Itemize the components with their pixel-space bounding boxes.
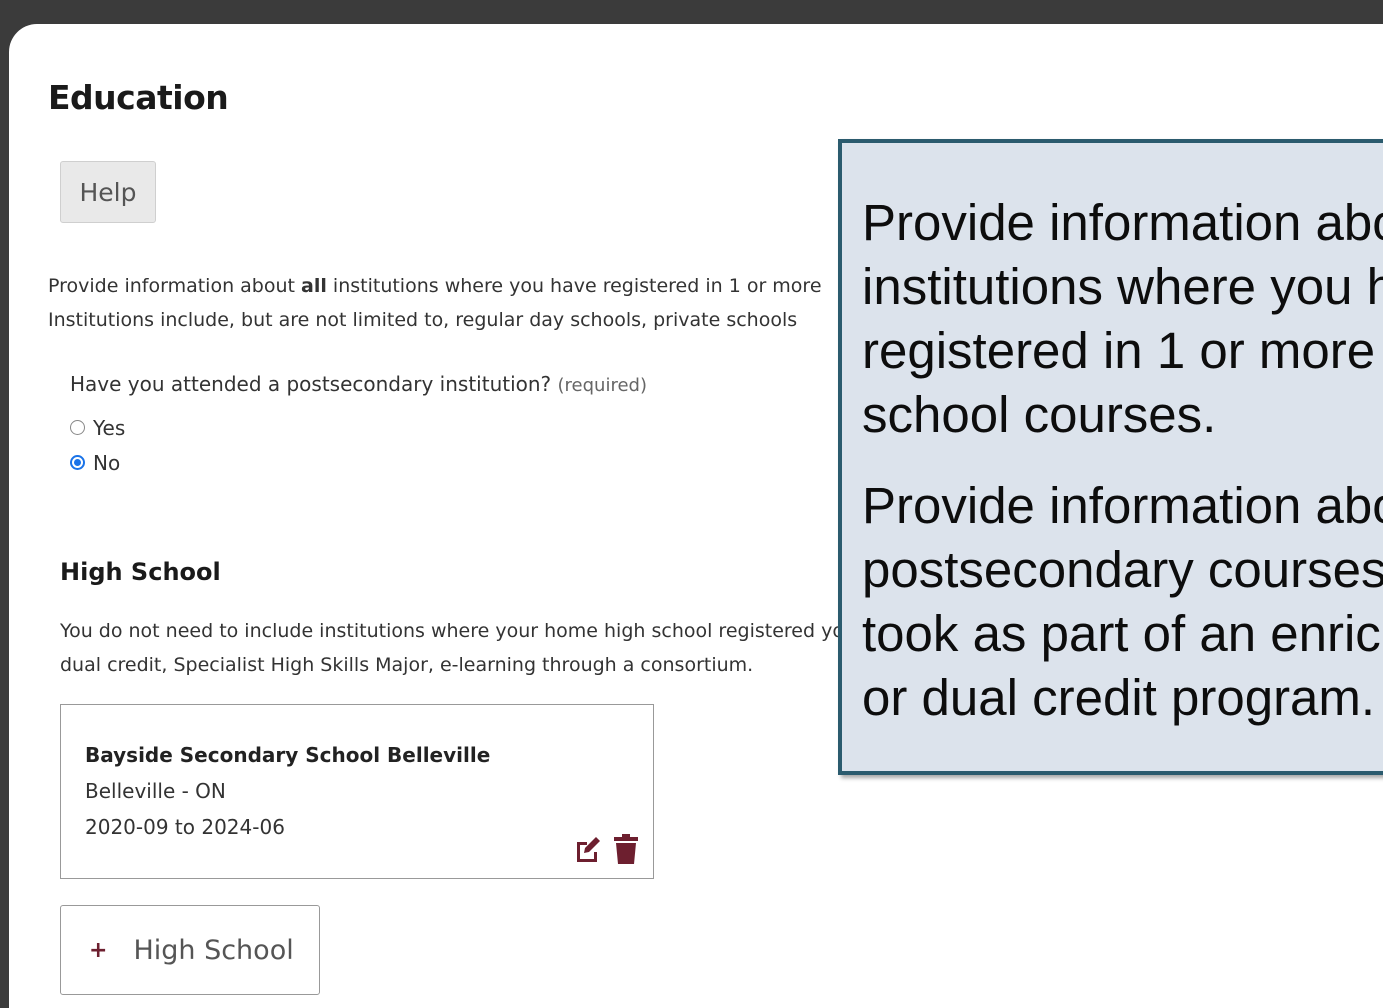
intro-line-1-post: institutions where you have registered i… — [326, 275, 822, 297]
intro-line-2: Institutions include, but are not limite… — [48, 309, 798, 331]
school-dates: 2020-09 to 2024-06 — [85, 815, 285, 839]
school-location: Belleville - ON — [85, 779, 226, 803]
trash-icon[interactable] — [611, 833, 641, 865]
question-text: Have you attended a postsecondary instit… — [70, 372, 552, 396]
intro-line-1-bold: all — [301, 275, 327, 297]
callout-p1-line-3: registered in 1 or more high — [862, 322, 1383, 379]
callout-p2-line-3: took as part of an enrichment — [862, 605, 1383, 662]
high-school-heading: High School — [60, 558, 221, 586]
callout-paragraph-1: Provide information about all institutio… — [862, 191, 1383, 447]
screen: Education Help Provide information about… — [0, 0, 1383, 1008]
high-school-description: You do not need to include institutions … — [60, 614, 889, 682]
page-title: Education — [48, 78, 229, 117]
high-school-desc-line-1: You do not need to include institutions … — [60, 620, 889, 642]
callout-p2-line-4: or dual credit program. — [862, 669, 1376, 726]
postsecondary-question: Have you attended a postsecondary instit… — [70, 372, 647, 480]
radio-no[interactable] — [70, 455, 85, 470]
callout-p2-line-2: postsecondary courses you — [862, 541, 1383, 598]
callout-p1-line-4: school courses. — [862, 386, 1217, 443]
radio-yes[interactable] — [70, 420, 85, 435]
question-label: Have you attended a postsecondary instit… — [70, 372, 647, 396]
school-card: Bayside Secondary School Belleville Bell… — [60, 704, 654, 879]
callout-p1-line-1: Provide information about all — [862, 194, 1383, 251]
window-top-bar — [0, 0, 1383, 22]
high-school-desc-line-2: dual credit, Specialist High Skills Majo… — [60, 654, 754, 676]
required-note: (required) — [557, 375, 647, 396]
radio-yes-label[interactable]: Yes — [93, 416, 125, 440]
plus-icon: + — [89, 937, 108, 963]
callout-paragraph-2: Provide information about postsecondary … — [862, 474, 1383, 730]
radio-option-no[interactable]: No — [70, 445, 647, 480]
card-actions — [573, 833, 641, 865]
callout-p2-line-1: Provide information about — [862, 477, 1383, 534]
add-high-school-label: High School — [133, 934, 294, 966]
help-button[interactable]: Help — [60, 161, 156, 223]
callout-p1-line-2: institutions where you have — [862, 258, 1383, 315]
intro-line-1-pre: Provide information about — [48, 275, 302, 297]
add-high-school-button[interactable]: + High School — [60, 905, 320, 995]
edit-icon[interactable] — [573, 833, 603, 865]
instruction-callout: Provide information about all institutio… — [838, 139, 1383, 775]
school-name: Bayside Secondary School Belleville — [85, 743, 491, 767]
radio-no-label[interactable]: No — [93, 451, 120, 475]
radio-option-yes[interactable]: Yes — [70, 410, 647, 445]
intro-text: Provide information about all institutio… — [48, 269, 848, 337]
intro-line-1: Provide information about all institutio… — [48, 269, 848, 303]
